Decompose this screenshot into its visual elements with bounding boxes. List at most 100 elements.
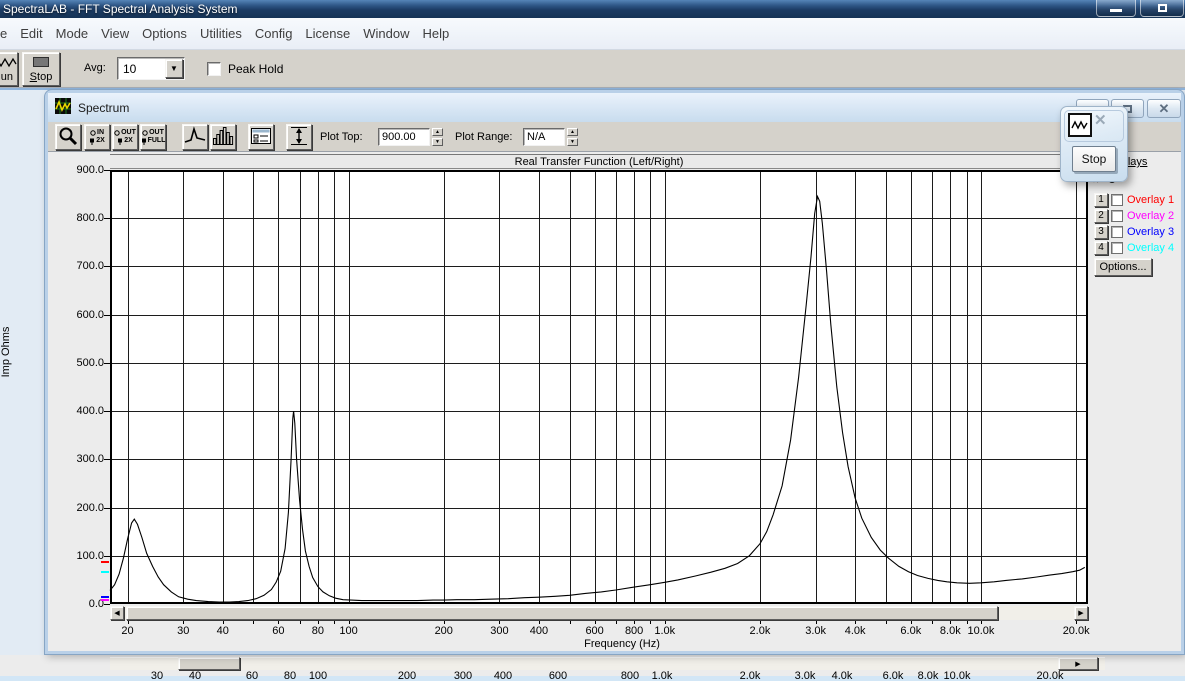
minimize-button[interactable] xyxy=(1096,0,1136,17)
overlay-4-checkbox[interactable] xyxy=(1111,242,1123,254)
menu-item-window[interactable]: Window xyxy=(363,26,409,41)
spectrum-titlebar[interactable]: Spectrum xyxy=(48,93,1181,122)
y-tick-label: 200.0 xyxy=(76,501,104,514)
bars-icon xyxy=(212,125,234,150)
y-tick-label: 300.0 xyxy=(76,453,104,466)
plot-top-input[interactable]: 900.00 xyxy=(378,128,430,146)
vscale-icon xyxy=(288,125,310,150)
x-tick-mark xyxy=(349,620,350,624)
panel-icon xyxy=(250,125,272,150)
floating-stop-button[interactable]: Stop xyxy=(1072,146,1116,172)
x-tick-mark xyxy=(634,620,635,624)
x-tick-mark xyxy=(911,620,912,624)
menu-item-edit[interactable]: Edit xyxy=(20,26,42,41)
plot-range-spinner[interactable]: ▲ ▼ xyxy=(567,128,578,146)
spectrum-plot[interactable] xyxy=(109,170,1088,604)
menu-item-e[interactable]: e xyxy=(0,26,7,41)
x-tick-label: 600 xyxy=(585,625,604,637)
zoom-out-full-button[interactable]: OUT FULL xyxy=(140,124,166,150)
menu-item-mode[interactable]: Mode xyxy=(56,26,89,41)
zoom-out-2x-button[interactable]: OUT 2X xyxy=(112,124,138,150)
overlay-1-checkbox[interactable] xyxy=(1111,194,1123,206)
overlay-2-checkbox[interactable] xyxy=(1111,210,1123,222)
background-scrollbar-arrow[interactable]: ▶ xyxy=(1058,657,1098,670)
x-tick-label: 20.0k xyxy=(1062,625,1090,637)
stop-button[interactable]: Stop xyxy=(22,52,60,86)
spinner-up-icon[interactable]: ▲ xyxy=(567,128,578,136)
maximize-button[interactable] xyxy=(1140,0,1184,17)
y-tick-mark xyxy=(104,604,110,605)
bar-display-mode-button[interactable] xyxy=(210,124,236,150)
x-tick-mark xyxy=(334,620,335,624)
x-tick-mark xyxy=(183,620,184,624)
x-tick-label: 2.0k xyxy=(749,625,771,637)
menu-item-config[interactable]: Config xyxy=(255,26,293,41)
background-x-tick-label: 20.0k xyxy=(1036,670,1064,681)
plug-icon xyxy=(118,138,123,145)
overlay-1-store-button[interactable]: 1 xyxy=(1094,193,1108,207)
plot-range-input[interactable]: N/A xyxy=(523,128,565,146)
avg-dropdown-button[interactable]: ▼ xyxy=(165,59,183,78)
spinner-up-icon[interactable]: ▲ xyxy=(432,128,443,136)
plot-scrollbar-thumb[interactable] xyxy=(126,606,998,620)
y-tick-label: 0.0 xyxy=(88,598,104,610)
y-tick-mark xyxy=(104,555,110,557)
peak-display-mode-button[interactable] xyxy=(182,124,208,150)
overlay-2-store-button[interactable]: 2 xyxy=(1094,209,1108,223)
background-x-tick-label: 400 xyxy=(493,670,513,681)
overlay-3-store-button[interactable]: 3 xyxy=(1094,225,1108,239)
x-tick-mark xyxy=(855,620,856,624)
overlay-4-store-button[interactable]: 4 xyxy=(1094,241,1108,255)
background-x-tick-label: 1.0k xyxy=(651,670,673,681)
minimize-icon xyxy=(1110,8,1122,12)
close-icon: ✕ xyxy=(1158,100,1170,116)
floating-waveform-button[interactable] xyxy=(1068,113,1092,137)
y-tick-mark xyxy=(104,507,110,509)
x-tick-mark xyxy=(253,620,254,624)
plot-top-spinner[interactable]: ▲ ▼ xyxy=(432,128,443,146)
background-scrollbar-thumb[interactable] xyxy=(178,657,240,670)
x-tick-mark xyxy=(665,620,666,624)
plot-title-band: Real Transfer Function (Left/Right) xyxy=(110,154,1088,169)
plot-scrollbar-right-arrow[interactable]: ▶ xyxy=(1074,606,1088,620)
menu-item-help[interactable]: Help xyxy=(422,26,449,41)
spectrum-close-button[interactable]: ✕ xyxy=(1147,99,1181,118)
zoom-in-2x-button[interactable]: IN 2X xyxy=(84,124,110,150)
menu-item-options[interactable]: Options xyxy=(142,26,187,41)
peak-hold-checkbox[interactable] xyxy=(207,62,221,76)
overlay-1-label: Overlay 1 xyxy=(1127,194,1175,206)
menu-item-utilities[interactable]: Utilities xyxy=(200,26,242,41)
spinner-down-icon[interactable]: ▼ xyxy=(567,138,578,146)
y-tick-mark xyxy=(104,362,110,364)
stop-button-label: Stop xyxy=(29,71,53,83)
run-waveform-icon xyxy=(0,56,17,72)
background-scrollbar-track[interactable] xyxy=(110,657,1105,670)
overlay-3-checkbox[interactable] xyxy=(1111,226,1123,238)
x-tick-mark xyxy=(616,620,617,624)
y-tick-mark xyxy=(104,314,110,316)
run-button[interactable]: un xyxy=(0,52,18,86)
overlay-options-button[interactable]: Options... xyxy=(1094,258,1152,276)
application-window: SpectraLAB - FFT Spectral Analysis Syste… xyxy=(0,0,1185,681)
plot-scrollbar-left-arrow[interactable]: ◀ xyxy=(110,606,124,620)
x-tick-mark xyxy=(539,620,540,624)
zoom-cursor-button[interactable] xyxy=(55,124,81,150)
window-titlebar: SpectraLAB - FFT Spectral Analysis Syste… xyxy=(0,0,1185,18)
y-tick-mark xyxy=(104,266,110,268)
avg-combobox[interactable]: 10 ▼ xyxy=(117,57,185,80)
floating-close-icon[interactable]: ✕ xyxy=(1094,111,1107,129)
vertical-autoscale-button[interactable] xyxy=(286,124,312,150)
menu-item-license[interactable]: License xyxy=(305,26,350,41)
x-tick-label: 40 xyxy=(216,625,229,637)
x-tick-mark xyxy=(886,620,887,624)
x-tick-label: 6.0k xyxy=(900,625,922,637)
plot-top-label: Plot Top: xyxy=(320,131,363,143)
background-x-tick-label: 300 xyxy=(453,670,473,681)
spinner-down-icon[interactable]: ▼ xyxy=(432,138,443,146)
y-tick-mark xyxy=(104,218,110,220)
menu-item-view[interactable]: View xyxy=(101,26,129,41)
x-tick-label: 1.0k xyxy=(654,625,676,637)
plug-icon xyxy=(90,138,95,145)
x-tick-mark xyxy=(967,620,968,624)
display-options-button[interactable] xyxy=(248,124,274,150)
